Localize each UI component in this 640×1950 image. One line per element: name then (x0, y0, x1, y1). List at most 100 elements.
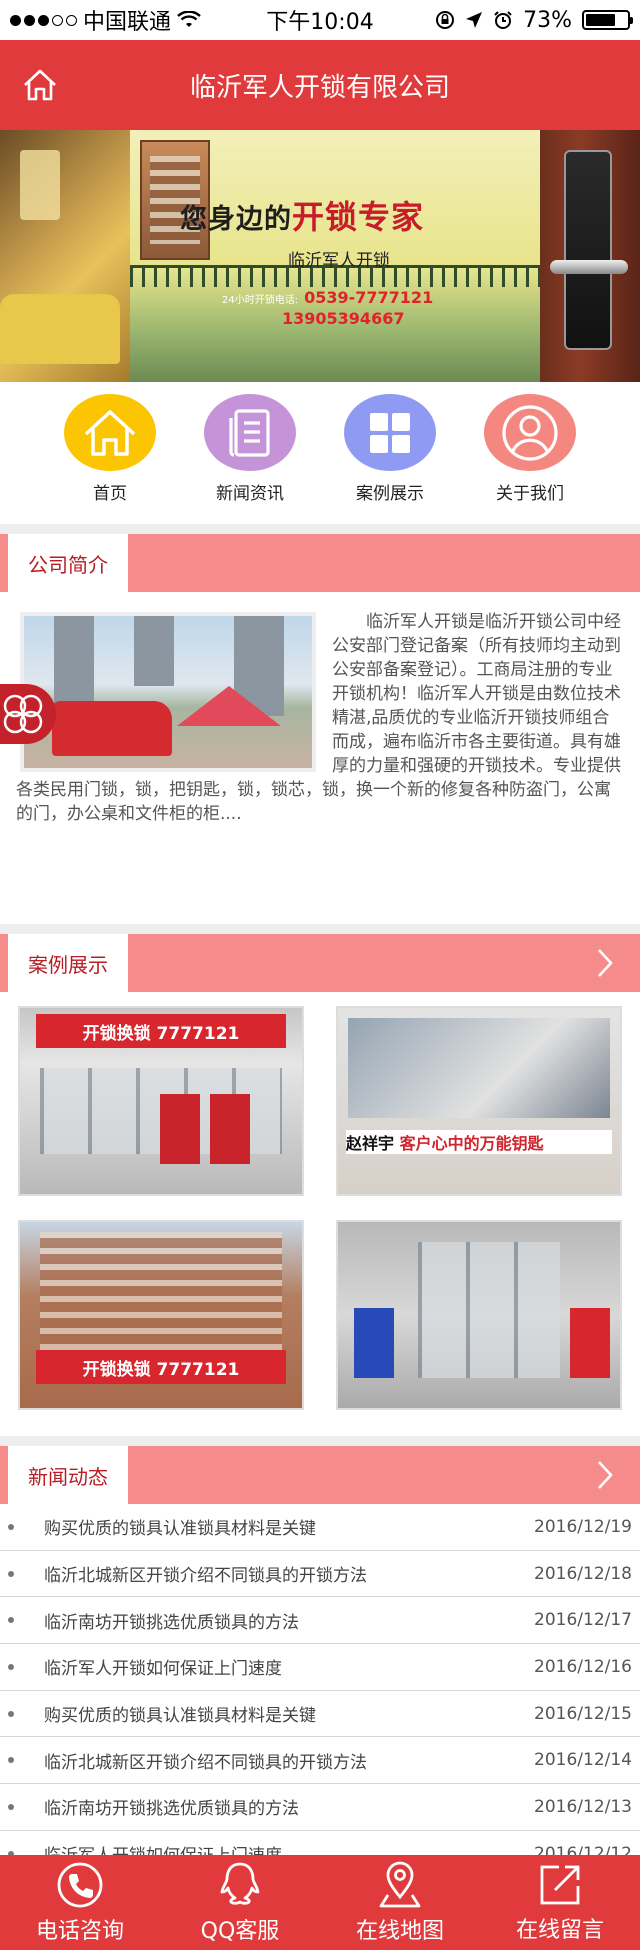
case-sign: 开锁换锁 7777121 (36, 1014, 286, 1048)
banner-phone-1: 0539-7777121 (304, 288, 434, 307)
bullet-icon (8, 1617, 14, 1624)
news-item[interactable]: 购买优质的锁具认准锁具材料是关键 2016/12/19 (0, 1504, 640, 1551)
case-image[interactable] (336, 1220, 622, 1410)
bullet-icon (8, 1570, 14, 1577)
status-right: 73% (435, 7, 633, 33)
case-image[interactable]: 赵祥宇 客户心中的万能钥匙 (336, 1006, 622, 1196)
page-title: 临沂军人开锁有限公司 (189, 72, 450, 103)
footer-message-button[interactable]: 在线留言 (480, 1855, 640, 1950)
intro-section-header[interactable]: 公司简介 (0, 534, 640, 592)
cases-more-button[interactable] (570, 934, 640, 992)
nav-circle (204, 394, 296, 471)
footer-phone-button[interactable]: 电话咨询 (0, 1855, 160, 1950)
news-title: 临沂南坊开锁挑选优质锁具的方法 (44, 1799, 299, 1820)
banner-phone-2: 13905394667 (282, 309, 405, 328)
news-date: 2016/12/13 (534, 1796, 632, 1817)
footer-label: 在线留言 (515, 1917, 604, 1943)
case-headline: 赵祥宇 客户心中的万能钥匙 (346, 1130, 612, 1154)
home-button[interactable] (0, 40, 80, 130)
case-image[interactable]: 开锁换锁 7777121 (18, 1220, 304, 1410)
battery-fill (586, 14, 616, 26)
news-item[interactable]: 购买优质的锁具认准锁具材料是关键 2016/12/15 (0, 1691, 640, 1738)
banner-company: 临沂军人开锁 (288, 251, 390, 271)
nav-item-news[interactable]: 新闻资讯 (195, 394, 305, 504)
divider (0, 924, 640, 934)
footer-map-button[interactable]: 在线地图 (320, 1855, 480, 1950)
edit-icon (540, 1865, 580, 1904)
news-date: 2016/12/19 (534, 1516, 632, 1537)
news-section-header[interactable]: 新闻动态 (0, 1446, 640, 1504)
banner-slogan: 您身边的开锁专家 (180, 192, 424, 238)
divider (0, 524, 640, 534)
footer-label: 在线地图 (355, 1918, 444, 1944)
footer-label: 电话咨询 (35, 1918, 124, 1944)
news-item[interactable]: 临沂军人开锁如何保证上门速度 2016/12/16 (0, 1644, 640, 1691)
home-icon (84, 409, 136, 456)
battery-icon (582, 10, 633, 30)
nav-label: 案例展示 (356, 484, 424, 504)
nav-circle (64, 394, 156, 471)
map-pin-icon (379, 1861, 421, 1907)
bullet-icon (8, 1663, 14, 1670)
nav-label: 首页 (93, 484, 127, 504)
grid-icon (370, 412, 410, 453)
quick-nav: 首页 新闻资讯 案例展示 关于我们 (0, 382, 640, 524)
phone-icon (57, 1862, 103, 1907)
bullet-icon (8, 1710, 14, 1717)
divider (0, 1436, 640, 1446)
cases-section-title: 案例展示 (0, 934, 128, 992)
bullet-icon (8, 1803, 14, 1810)
news-item[interactable]: 临沂北城新区开锁介绍不同锁具的开锁方法 2016/12/14 (0, 1737, 640, 1785)
news-more-button[interactable] (570, 1446, 640, 1504)
nav-item-cases[interactable]: 案例展示 (335, 394, 445, 504)
intro-photo (20, 612, 316, 772)
nav-label: 新闻资讯 (216, 484, 284, 504)
banner-room-image (0, 130, 130, 382)
wifi-icon (177, 11, 201, 27)
news-item[interactable]: 临沂南坊开锁挑选优质锁具的方法 2016/12/13 (0, 1784, 640, 1831)
banner-scene: 您身边的开锁专家 临沂军人开锁 24小时开锁电话: 0539-7777121 13… (130, 130, 540, 382)
bottom-toolbar: 电话咨询 QQ客服 在线地图 在线留言 (0, 1855, 640, 1950)
news-title: 临沂南坊开锁挑选优质锁具的方法 (44, 1612, 299, 1633)
app-header: 临沂军人开锁有限公司 (0, 40, 640, 130)
status-left: 中国联通 (10, 4, 201, 36)
footer-qq-button[interactable]: QQ客服 (160, 1855, 320, 1950)
rotation-lock-icon (436, 11, 455, 29)
news-section-title: 新闻动态 (0, 1446, 128, 1504)
bullet-icon (8, 1523, 14, 1530)
case-sign: 开锁换锁 7777121 (36, 1350, 286, 1384)
news-item[interactable]: 临沂南坊开锁挑选优质锁具的方法 2016/12/17 (0, 1597, 640, 1645)
case-image[interactable]: 开锁换锁 7777121 (18, 1006, 304, 1196)
nav-circle (484, 394, 576, 471)
banner-lock-image (540, 130, 640, 382)
banner-phones: 24小时开锁电话: 0539-7777121 13905394667 (222, 288, 433, 328)
news-date: 2016/12/17 (534, 1610, 632, 1631)
news-title: 临沂北城新区开锁介绍不同锁具的开锁方法 (44, 1566, 367, 1587)
intro-section-title: 公司简介 (0, 534, 128, 592)
location-icon (466, 12, 483, 28)
nav-item-about[interactable]: 关于我们 (475, 394, 585, 504)
case-headline-highlight: 客户心中的万能钥匙 (399, 1134, 544, 1153)
news-item[interactable]: 临沂北城新区开锁介绍不同锁具的开锁方法 2016/12/18 (0, 1551, 640, 1598)
nav-item-home[interactable]: 首页 (55, 394, 165, 504)
cases-section-header[interactable]: 案例展示 (0, 934, 640, 992)
cases-grid: 开锁换锁 7777121 赵祥宇 客户心中的万能钥匙 开锁换锁 7777121 (0, 992, 640, 1436)
qq-icon (220, 1862, 260, 1905)
news-title: 临沂军人开锁如何保证上门速度 (44, 1659, 282, 1680)
company-intro: 临沂军人开锁是临沂开锁公司中经公安部门登记备案（所有技师均主动到公安部备案登记）… (0, 592, 640, 924)
battery-percent: 73% (523, 7, 572, 33)
signal-strength-icon (10, 14, 77, 26)
banner-slogan-highlight: 开锁专家 (292, 198, 425, 236)
news-date: 2016/12/16 (534, 1656, 632, 1677)
case-headline-name: 赵祥宇 (346, 1134, 400, 1153)
news-title: 购买优质的锁具认准锁具材料是关键 (44, 1519, 316, 1540)
nav-circle (344, 394, 436, 471)
carrier-name: 中国联通 (83, 10, 172, 35)
user-icon (502, 404, 558, 461)
clover-icon (3, 694, 43, 734)
hero-banner[interactable]: 您身边的开锁专家 临沂军人开锁 24小时开锁电话: 0539-7777121 13… (0, 130, 640, 382)
alarm-icon (494, 11, 512, 29)
home-icon (24, 69, 56, 101)
document-icon (229, 408, 270, 457)
banner-slogan-prefix: 您身边的 (180, 204, 292, 235)
